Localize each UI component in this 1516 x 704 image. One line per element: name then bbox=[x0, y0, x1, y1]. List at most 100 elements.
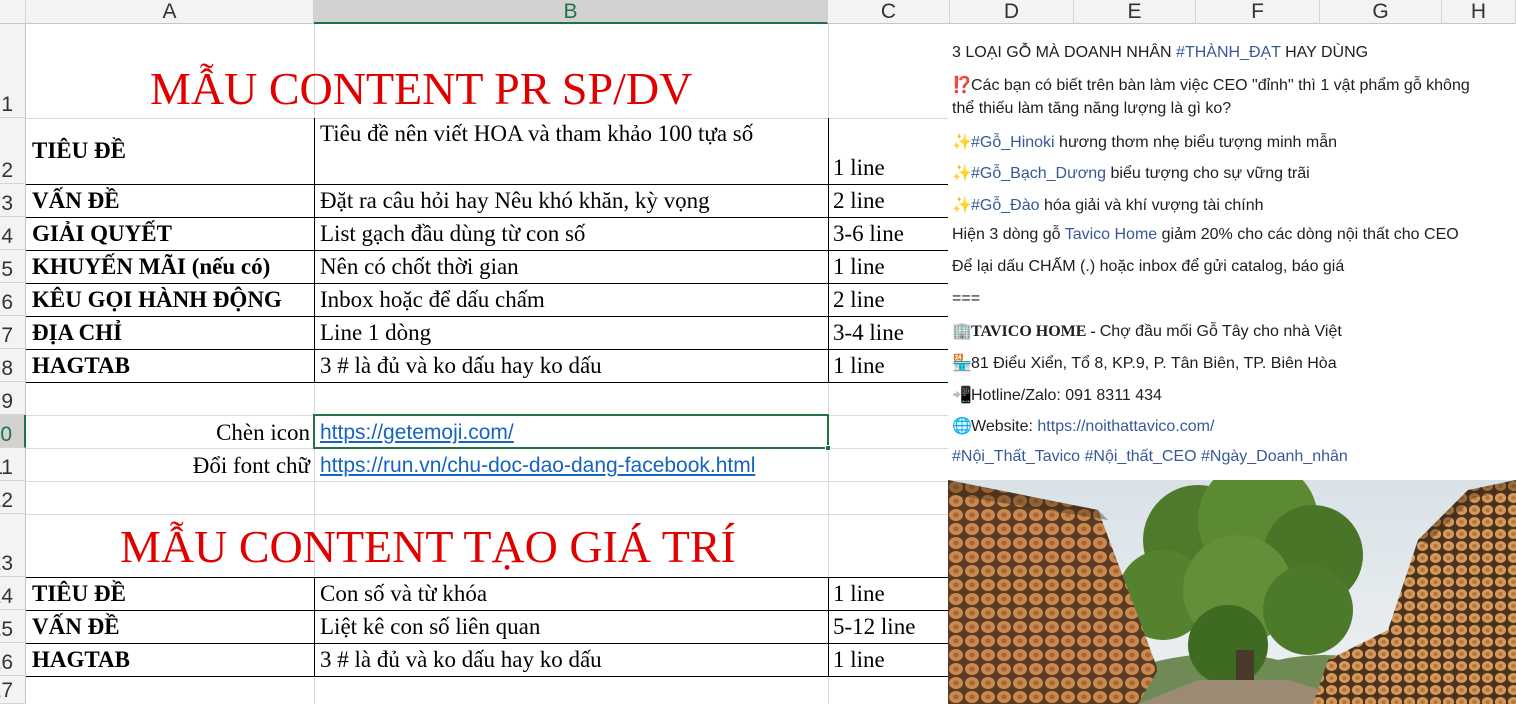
column-header-f[interactable]: F bbox=[1196, 0, 1320, 24]
row-number: 2 bbox=[1, 159, 13, 182]
section1-title: MẪU CONTENT PR SP/DV bbox=[150, 63, 693, 114]
post-phone: 📲Hotline/Zalo: 091 8311 434 bbox=[952, 385, 1162, 405]
log-piles-image bbox=[948, 480, 1516, 704]
table-row-length[interactable]: 1 line bbox=[833, 581, 885, 607]
post-hashtags[interactable]: #Nội_Thất_Tavico #Nội_thất_CEO #Ngày_Doa… bbox=[952, 448, 1348, 466]
office-building-icon: 🏢 bbox=[952, 323, 972, 340]
globe-icon: 🌐 bbox=[952, 418, 972, 435]
font-site-link[interactable]: https://run.vn/chu-doc-dao-dang-facebook… bbox=[320, 454, 755, 478]
row-number: 17 bbox=[0, 679, 13, 702]
row-header[interactable]: 1 bbox=[0, 24, 26, 118]
row-number: 13 bbox=[0, 552, 13, 575]
row-header[interactable]: 11 bbox=[0, 448, 26, 481]
post-hashtag[interactable]: #Gỗ_Hinoki bbox=[971, 134, 1055, 151]
row-number: 15 bbox=[0, 618, 13, 641]
row-header[interactable]: 17 bbox=[0, 676, 26, 704]
row-number: 3 bbox=[1, 192, 13, 215]
store-icon: 🏪 bbox=[952, 355, 972, 372]
table-row-label[interactable]: TIÊU ĐỀ bbox=[32, 581, 126, 607]
table-row-length[interactable]: 3-4 line bbox=[833, 320, 904, 346]
row-header[interactable]: 10 bbox=[0, 415, 26, 448]
column-header-h[interactable]: H bbox=[1442, 0, 1516, 24]
table-row-length[interactable]: 1 line bbox=[833, 647, 885, 673]
row-header[interactable]: 2 bbox=[0, 118, 26, 184]
row-header[interactable]: 15 bbox=[0, 610, 26, 643]
column-header-d[interactable]: D bbox=[950, 0, 1074, 24]
row-header[interactable]: 6 bbox=[0, 283, 26, 316]
row-header[interactable]: 16 bbox=[0, 643, 26, 676]
row-header[interactable]: 13 bbox=[0, 514, 26, 577]
post-headline-text: HAY DÙNG bbox=[1280, 44, 1369, 61]
table-row-length[interactable]: 1 line bbox=[833, 254, 885, 280]
post-headline-text: 3 LOẠI GỖ MÀ DOANH NHÂN bbox=[952, 44, 1177, 61]
post-question-text: Các bạn có biết trên bàn làm việc CEO "đ… bbox=[971, 77, 1470, 94]
row-number: 10 bbox=[0, 423, 12, 446]
table-row-label[interactable]: HAGTAB bbox=[32, 647, 130, 673]
row-header[interactable]: 7 bbox=[0, 316, 26, 349]
table-row-value[interactable]: Tiêu đề nên viết HOA và tham khảo 100 tự… bbox=[320, 121, 753, 147]
table-row-value[interactable]: Inbox hoặc để dấu chấm bbox=[320, 287, 545, 313]
post-brand-name: TAVICO HOME - bbox=[971, 323, 1100, 340]
post-promo-text: Hiện 3 dòng gỗ bbox=[952, 226, 1065, 243]
row-number: 12 bbox=[0, 489, 13, 512]
post-hashtag[interactable]: #Gỗ_Bạch_Dương bbox=[971, 165, 1106, 182]
column-header-c[interactable]: C bbox=[828, 0, 950, 24]
post-website-link[interactable]: https://noithattavico.com/ bbox=[1037, 418, 1214, 435]
sparkles-icon: ✨ bbox=[952, 165, 972, 182]
row-header[interactable]: 12 bbox=[0, 481, 26, 514]
table-row-label[interactable]: VẤN ĐỀ bbox=[32, 188, 120, 214]
table-row-value[interactable]: Đặt ra câu hỏi hay Nêu khó khăn, kỳ vọng bbox=[320, 188, 710, 214]
post-website: 🌐Website: https://noithattavico.com/ bbox=[952, 416, 1214, 436]
post-hashtag[interactable]: #THÀNH_ĐẠT bbox=[1176, 44, 1281, 61]
icon-link-label: Chèn icon bbox=[216, 420, 310, 445]
post-preview-panel: 3 LOẠI GỖ MÀ DOANH NHÂN #THÀNH_ĐẠT HAY D… bbox=[948, 24, 1516, 480]
table-row-label[interactable]: ĐỊA CHỈ bbox=[32, 320, 122, 346]
table-row-label[interactable]: KÊU GỌI HÀNH ĐỘNG bbox=[32, 287, 282, 313]
table-row-value[interactable]: List gạch đầu dùng từ con số bbox=[320, 221, 585, 247]
row-header[interactable]: 8 bbox=[0, 349, 26, 382]
post-promo: Hiện 3 dòng gỗ Tavico Home giảm 20% cho … bbox=[952, 226, 1459, 244]
row-header[interactable]: 9 bbox=[0, 382, 26, 415]
table-row-length[interactable]: 1 line bbox=[833, 353, 885, 379]
row-number: 16 bbox=[0, 651, 13, 674]
table-row-label[interactable]: TIÊU ĐỀ bbox=[32, 138, 126, 164]
post-page-link[interactable]: Tavico Home bbox=[1065, 226, 1157, 243]
column-header-e[interactable]: E bbox=[1074, 0, 1196, 24]
row-number: 14 bbox=[0, 585, 13, 608]
table-row-length[interactable]: 3-6 line bbox=[833, 221, 904, 247]
row-header[interactable]: 3 bbox=[0, 184, 26, 217]
emoji-site-link[interactable]: https://getemoji.com/ bbox=[320, 421, 514, 445]
fill-handle[interactable] bbox=[825, 445, 831, 451]
post-address: 🏪81 Điểu Xiển, Tổ 8, KP.9, P. Tân Biên, … bbox=[952, 353, 1337, 373]
table-row-value[interactable]: Con số và từ khóa bbox=[320, 581, 487, 607]
column-header-g[interactable]: G bbox=[1320, 0, 1442, 24]
post-item: ✨#Gỗ_Bạch_Dương biểu tượng cho sự vững t… bbox=[952, 163, 1310, 183]
row-header[interactable]: 4 bbox=[0, 217, 26, 250]
post-headline: 3 LOẠI GỖ MÀ DOANH NHÂN #THÀNH_ĐẠT HAY D… bbox=[952, 44, 1368, 62]
table-row-label[interactable]: VẤN ĐỀ bbox=[32, 614, 120, 640]
table-row-value[interactable]: Line 1 dòng bbox=[320, 320, 431, 346]
row-header[interactable]: 14 bbox=[0, 577, 26, 610]
table-row-label[interactable]: KHUYẾN MÃI (nếu có) bbox=[32, 254, 270, 280]
table-row-label[interactable]: GIẢI QUYẾT bbox=[32, 221, 172, 247]
table-row-value[interactable]: Nên có chốt thời gian bbox=[320, 254, 519, 280]
table-row-value[interactable]: 3 # là đủ và ko dấu hay ko dấu bbox=[320, 647, 602, 673]
post-photo-log-piles bbox=[948, 480, 1516, 704]
table-row-value[interactable]: Liệt kê con số liên quan bbox=[320, 614, 540, 640]
column-header-b[interactable]: B bbox=[314, 0, 828, 24]
phone-icon: 📲 bbox=[952, 387, 972, 404]
post-cta: Để lại dấu CHẤM (.) hoặc inbox để gửi ca… bbox=[952, 258, 1345, 275]
corner-select-all[interactable] bbox=[0, 0, 26, 24]
table-row-length[interactable]: 2 line bbox=[833, 287, 885, 313]
row-number: 9 bbox=[1, 390, 13, 413]
table-row-label[interactable]: HAGTAB bbox=[32, 353, 130, 379]
table-row-length[interactable]: 5-12 line bbox=[833, 614, 915, 640]
table-row-length[interactable]: 1 line bbox=[833, 155, 885, 181]
table-row-value[interactable]: 3 # là đủ và ko dấu hay ko dấu bbox=[320, 353, 602, 379]
column-header-a[interactable]: A bbox=[26, 0, 314, 24]
table-row-length[interactable]: 2 line bbox=[833, 188, 885, 214]
post-address-text: 81 Điểu Xiển, Tổ 8, KP.9, P. Tân Biên, T… bbox=[971, 355, 1337, 372]
post-hashtag[interactable]: #Gỗ_Đào bbox=[971, 197, 1040, 214]
row-header[interactable]: 5 bbox=[0, 250, 26, 283]
post-brand: 🏢TAVICO HOME - Chợ đầu mối Gỗ Tây cho nh… bbox=[952, 321, 1342, 341]
